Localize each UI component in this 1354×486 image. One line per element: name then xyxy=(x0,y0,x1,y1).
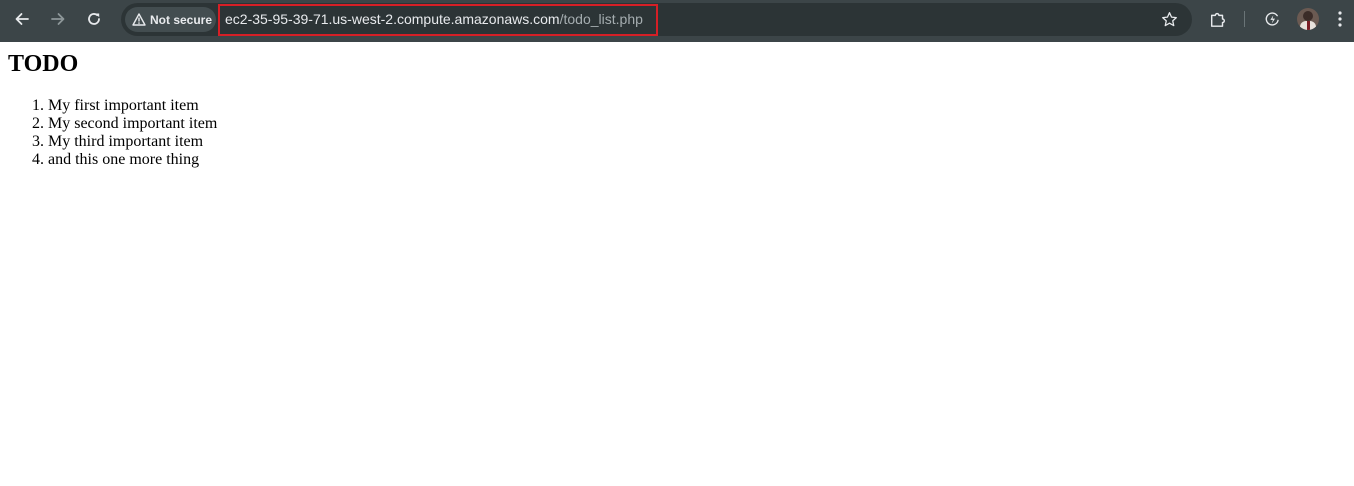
performance-button[interactable] xyxy=(1256,5,1288,33)
browser-toolbar: Not secure ec2-35-95-39-71.us-west-2.com… xyxy=(0,0,1354,42)
star-icon xyxy=(1161,11,1177,26)
forward-arrow-icon xyxy=(51,13,65,25)
toolbar-divider xyxy=(1244,11,1245,27)
browser-menu-button[interactable] xyxy=(1327,5,1353,33)
page-content: TODO My first important item My second i… xyxy=(0,42,1354,486)
security-label: Not secure xyxy=(150,12,213,27)
url-highlight-box xyxy=(218,4,658,36)
back-arrow-icon xyxy=(15,13,29,25)
address-bar[interactable]: Not secure ec2-35-95-39-71.us-west-2.com… xyxy=(121,3,1192,36)
todo-item: My second important item xyxy=(48,115,217,133)
reload-icon xyxy=(88,13,100,25)
avatar-face xyxy=(1303,11,1313,21)
todo-item: My third important item xyxy=(48,133,217,151)
todo-item: My first important item xyxy=(48,97,217,115)
kebab-menu-icon xyxy=(1338,11,1342,27)
page-title: TODO xyxy=(8,51,79,77)
extensions-button[interactable] xyxy=(1202,5,1234,33)
avatar-tie xyxy=(1307,21,1310,30)
puzzle-piece-icon xyxy=(1210,12,1225,27)
bookmark-button[interactable] xyxy=(1153,5,1185,33)
security-indicator[interactable]: Not secure xyxy=(125,7,216,32)
forward-button[interactable] xyxy=(42,5,74,33)
avatar[interactable] xyxy=(1297,8,1319,30)
todo-item: and this one more thing xyxy=(48,151,217,169)
reload-button[interactable] xyxy=(78,5,110,33)
todo-list: My first important item My second import… xyxy=(8,97,217,169)
back-button[interactable] xyxy=(6,5,38,33)
lightning-icon xyxy=(1265,11,1279,26)
warning-triangle-icon xyxy=(132,13,146,26)
